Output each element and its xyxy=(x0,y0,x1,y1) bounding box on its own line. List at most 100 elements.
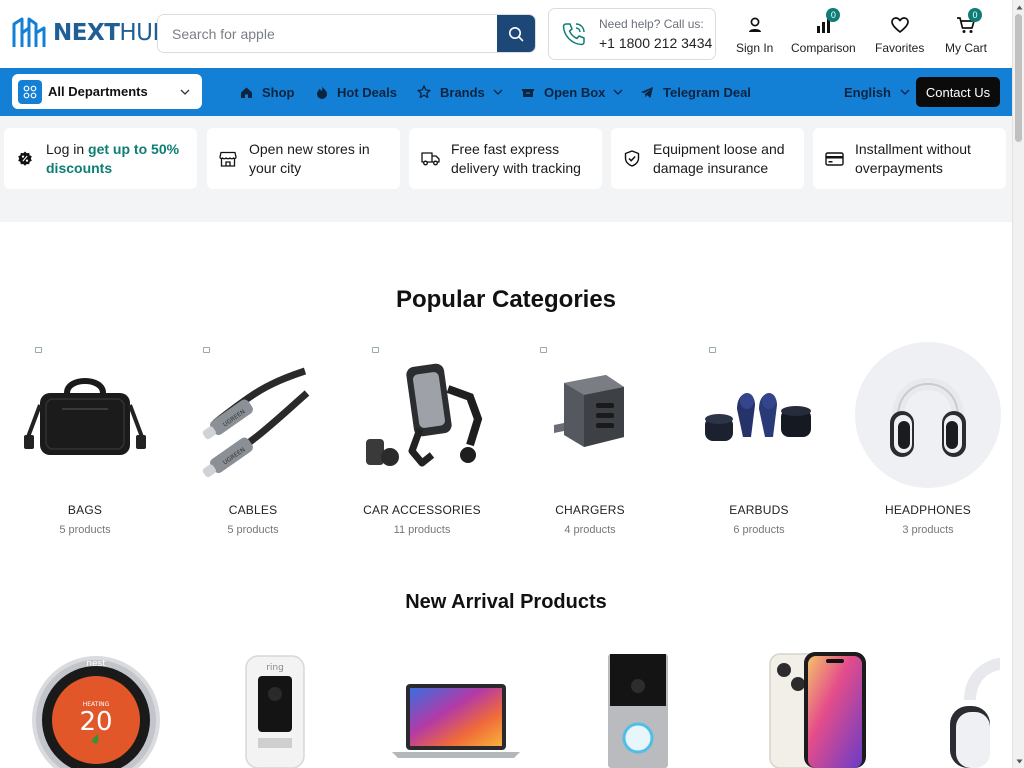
category-name[interactable]: CAR ACCESSORIES xyxy=(363,503,481,517)
search-button[interactable] xyxy=(497,15,535,52)
caret-up-icon xyxy=(1016,5,1022,9)
page-scrollbar[interactable] xyxy=(1012,0,1024,768)
category-card-cables[interactable]: UGREEN UGREEN CABLES 5 products xyxy=(180,342,326,542)
truck-icon xyxy=(420,152,440,166)
new-arrivals-title: New Arrival Products xyxy=(405,591,607,613)
feature-text-discount: Log in get up to 50% discounts xyxy=(46,140,197,178)
macbook-air-image xyxy=(392,684,520,758)
nav-label-hot-deals: Hot Deals xyxy=(337,84,397,100)
usb-c-cable-image: UGREEN UGREEN xyxy=(202,367,310,477)
all-departments-label: All Departments xyxy=(48,84,148,99)
nav-item-open-box[interactable]: Open Box xyxy=(521,68,623,116)
feature-card-installment[interactable]: Installment without overpayments xyxy=(813,128,1006,189)
help-contact[interactable]: Need help? Call us: +1 1800 212 3434 xyxy=(548,8,716,60)
category-thumbnail[interactable] xyxy=(855,342,1001,488)
broken-image-icon xyxy=(709,347,716,353)
heart-icon xyxy=(890,17,909,33)
comparison-label: Comparison xyxy=(791,41,856,55)
category-thumbnail[interactable] xyxy=(349,342,495,488)
feature-text-delivery: Free fast express delivery with tracking xyxy=(451,140,581,176)
product-card[interactable]: nest HEATING 20 xyxy=(26,650,166,768)
search-input[interactable] xyxy=(158,15,497,52)
category-name[interactable]: HEADPHONES xyxy=(885,503,971,517)
category-card-headphones[interactable]: HEADPHONES 3 products xyxy=(855,342,1001,542)
laptop-bag-image xyxy=(24,378,146,455)
wall-charger-image xyxy=(554,375,624,447)
comparison-button[interactable]: 0 Comparison xyxy=(791,8,856,55)
grid-icon xyxy=(23,85,37,98)
category-count: 3 products xyxy=(902,524,954,536)
nav-item-shop[interactable]: Shop xyxy=(240,68,295,116)
category-count: 5 products xyxy=(227,524,279,536)
iphone-14-image xyxy=(769,652,866,768)
feature-text-stores: Open new stores in your city xyxy=(249,140,370,176)
thermostat-temperature: 20 xyxy=(79,707,112,737)
feature-text-insurance: Equipment loose and damage insurance xyxy=(653,140,785,176)
nest-thermostat-image: nest HEATING 20 xyxy=(32,656,160,768)
all-departments-dropdown[interactable]: All Departments xyxy=(12,74,202,109)
sign-in-label: Sign In xyxy=(736,41,774,55)
feature-card-delivery[interactable]: Free fast express delivery with tracking xyxy=(409,128,602,189)
help-label: Need help? Call us: xyxy=(599,17,704,31)
language-selector[interactable]: English xyxy=(844,68,910,116)
feature-text-installment: Installment without overpayments xyxy=(855,140,971,176)
car-phone-mount-image xyxy=(366,363,483,467)
phone-icon xyxy=(562,23,585,46)
category-name[interactable]: CHARGERS xyxy=(555,503,625,517)
sign-in-button[interactable]: Sign In xyxy=(736,12,773,55)
category-thumbnail[interactable] xyxy=(517,342,663,488)
broken-image-icon xyxy=(372,347,379,353)
scroll-up-arrow[interactable] xyxy=(1015,2,1023,12)
category-card-earbuds[interactable]: EARBUDS 6 products xyxy=(686,342,832,542)
credit-card-icon xyxy=(824,151,844,166)
site-header: NEXTHUB Need help? Call us: +1 1800 212 … xyxy=(0,0,1012,68)
favorites-button[interactable]: Favorites xyxy=(875,12,924,55)
category-card-chargers[interactable]: CHARGERS 4 products xyxy=(517,342,663,542)
category-card-car-accessories[interactable]: CAR ACCESSORIES 11 products xyxy=(349,342,495,542)
main-nav: All Departments Shop Hot Deals Brands Op… xyxy=(0,68,1012,116)
broken-image-icon xyxy=(540,347,547,353)
broken-image-icon xyxy=(203,347,210,353)
ring-brand: ring xyxy=(266,663,284,673)
features-strip: Log in get up to 50% discounts Open new … xyxy=(0,116,1012,222)
category-name[interactable]: EARBUDS xyxy=(729,503,788,517)
feature-text-prefix: Log in xyxy=(46,140,89,157)
category-count: 5 products xyxy=(59,524,111,536)
category-name[interactable]: BAGS xyxy=(68,503,102,517)
search-icon xyxy=(509,26,524,41)
category-count: 4 products xyxy=(564,524,616,536)
headphones-partial-image xyxy=(950,657,1000,768)
category-card-bags[interactable]: BAGS 5 products xyxy=(12,342,158,542)
nav-item-telegram-deal[interactable]: Telegram Deal xyxy=(640,68,751,116)
scroll-thumb[interactable] xyxy=(1015,14,1022,142)
product-card[interactable] xyxy=(766,650,870,768)
caret-down-icon xyxy=(1016,759,1022,763)
nav-item-brands[interactable]: Brands xyxy=(417,68,503,116)
category-thumbnail[interactable]: UGREEN UGREEN xyxy=(180,342,326,488)
product-card[interactable] xyxy=(940,650,1000,768)
nav-item-hot-deals[interactable]: Hot Deals xyxy=(316,68,397,116)
feature-card-stores[interactable]: Open new stores in your city xyxy=(207,128,400,189)
favorites-label: Favorites xyxy=(875,41,925,55)
product-card[interactable]: ring xyxy=(236,650,314,768)
feature-card-insurance[interactable]: Equipment loose and damage insurance xyxy=(611,128,804,189)
language-label: English xyxy=(844,84,891,100)
shield-check-icon xyxy=(624,150,640,167)
category-thumbnail[interactable] xyxy=(686,342,832,488)
search-bar xyxy=(157,14,536,53)
chevron-down-icon xyxy=(180,89,190,95)
scroll-down-arrow[interactable] xyxy=(1015,756,1023,766)
feature-card-discount[interactable]: Log in get up to 50% discounts xyxy=(4,128,197,189)
contact-us-button[interactable]: Contact Us xyxy=(916,77,1000,107)
category-name[interactable]: CABLES xyxy=(229,503,278,517)
category-thumbnail[interactable] xyxy=(12,342,158,488)
box-icon xyxy=(522,89,534,97)
user-icon xyxy=(748,17,761,32)
earbuds-image xyxy=(705,393,811,441)
popular-categories-title: Popular Categories xyxy=(395,286,617,313)
product-card[interactable] xyxy=(598,650,676,768)
headphones-image xyxy=(890,378,966,457)
product-card[interactable] xyxy=(386,650,526,768)
brand-logo[interactable]: NEXTHUB xyxy=(11,16,168,50)
cart-button[interactable]: 0 My Cart xyxy=(945,8,987,55)
